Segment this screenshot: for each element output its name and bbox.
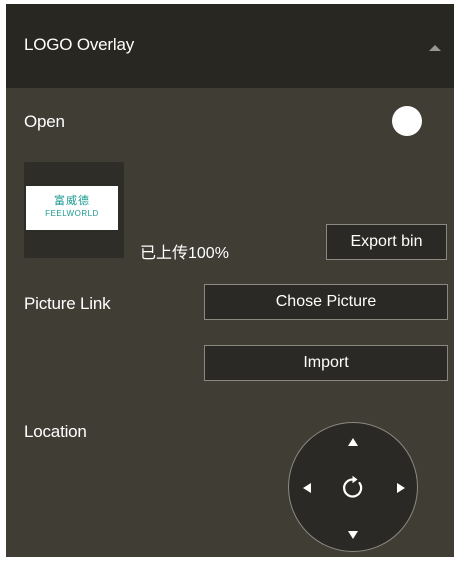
chose-picture-button[interactable]: Chose Picture [204, 284, 448, 320]
down-arrow-icon[interactable] [347, 530, 359, 540]
panel-title: LOGO Overlay [24, 35, 135, 54]
picture-link-label: Picture Link [24, 294, 111, 313]
logo-overlay-panel: LOGO Overlay Open 富威德 FEELWORLD 已上传100% … [6, 4, 454, 557]
logo-chinese-text: 富威德 [54, 194, 90, 207]
left-arrow-icon[interactable] [302, 482, 312, 494]
panel-header[interactable]: LOGO Overlay [6, 4, 454, 88]
logo-english-text: FEELWORLD [45, 209, 99, 218]
reset-icon[interactable] [340, 475, 366, 501]
open-label: Open [24, 112, 65, 131]
export-bin-button[interactable]: Export bin [326, 224, 447, 260]
open-toggle[interactable] [392, 106, 422, 136]
logo-thumbnail: 富威德 FEELWORLD [26, 186, 118, 230]
right-arrow-icon[interactable] [396, 482, 406, 494]
chevron-up-icon[interactable] [428, 40, 442, 51]
logo-preview: 富威德 FEELWORLD [24, 162, 124, 258]
import-button[interactable]: Import [204, 345, 448, 381]
upload-status: 已上传100% [140, 245, 229, 262]
location-label: Location [24, 422, 87, 441]
location-dpad [288, 422, 418, 552]
up-arrow-icon[interactable] [347, 437, 359, 447]
